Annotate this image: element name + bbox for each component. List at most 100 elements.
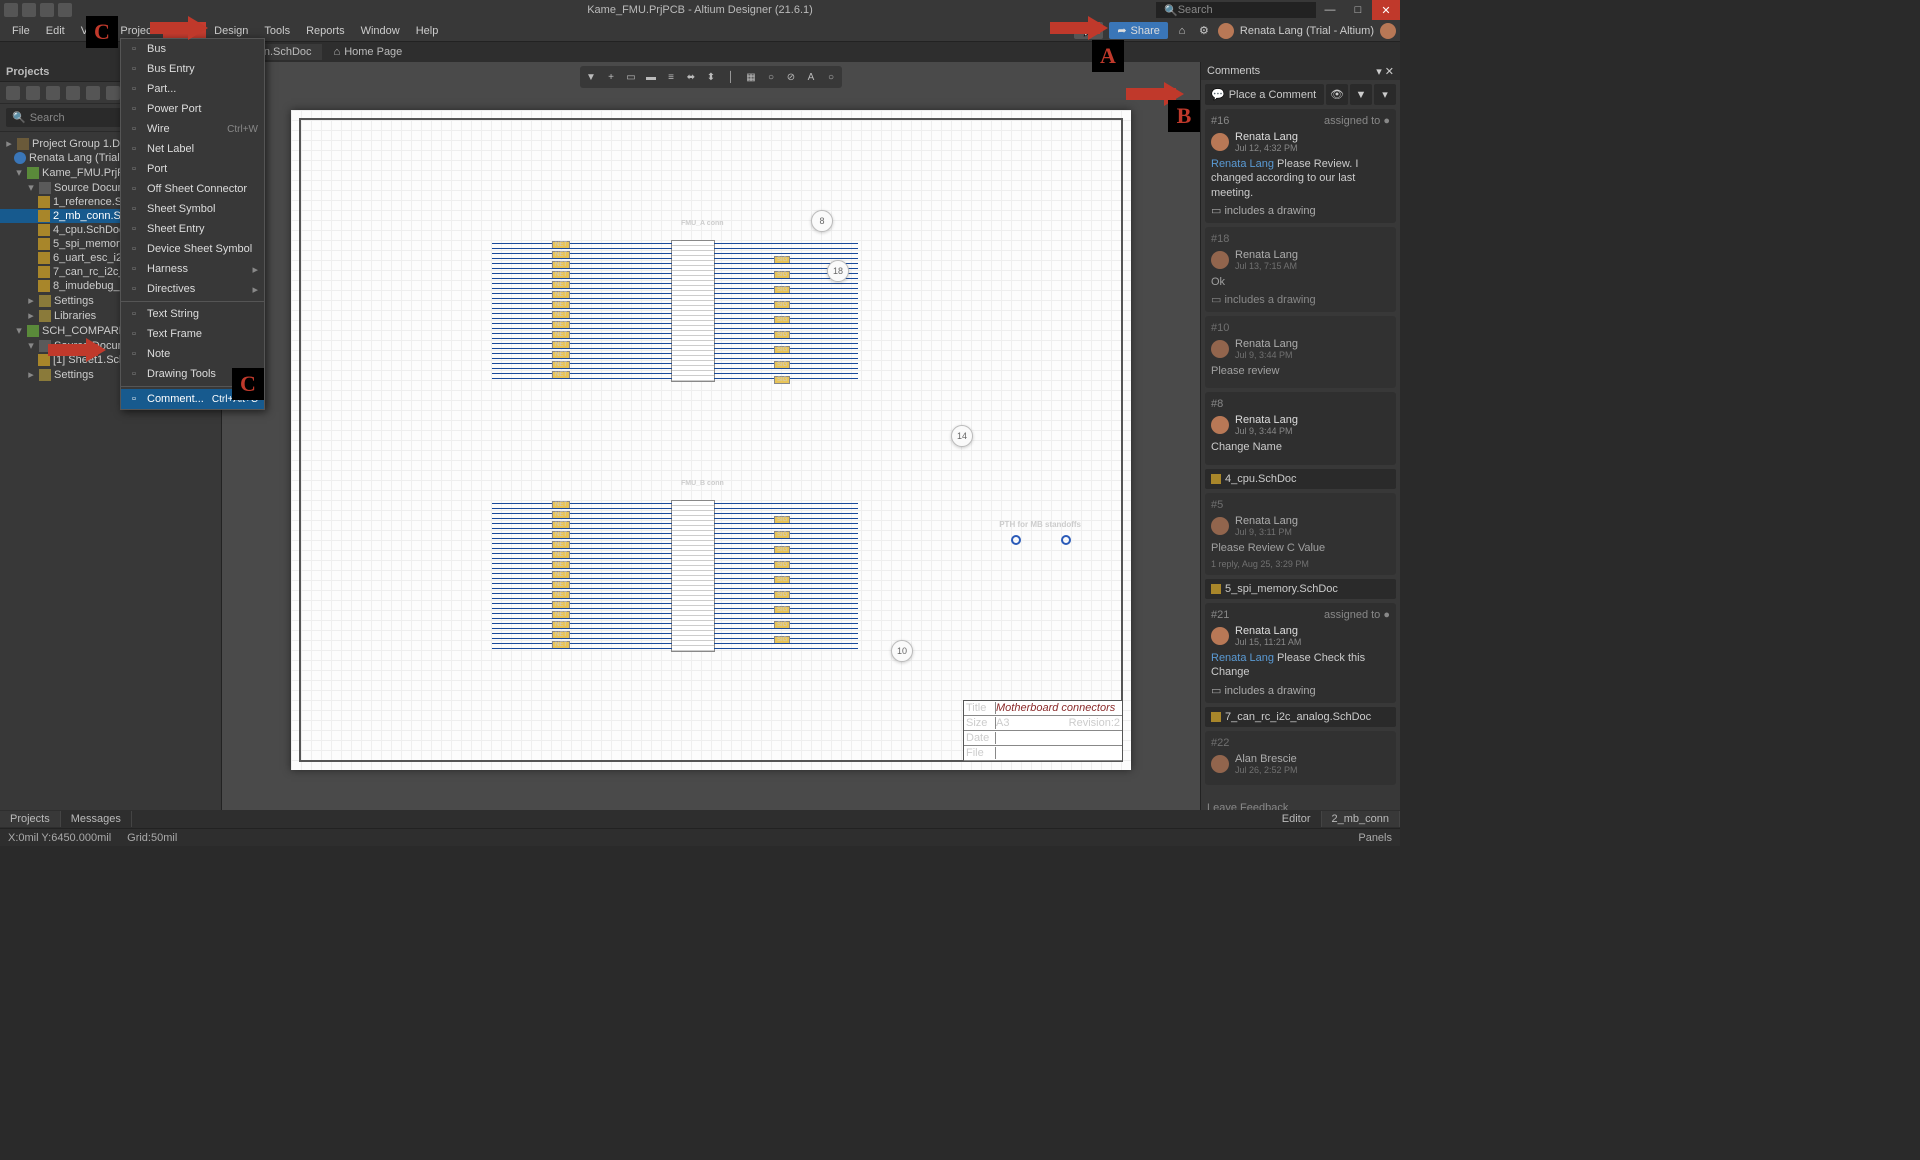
doc-icon-2[interactable] bbox=[58, 3, 72, 17]
menu-item-text-frame[interactable]: ▫Text Frame bbox=[121, 324, 264, 344]
comment-badge-8[interactable]: 8 bbox=[811, 210, 833, 232]
schematic-canvas[interactable]: ▼+ ▭▬ ≡⬌ ⬍│ ▦○ ⊘A ○ FMU_A conn NETNETNET… bbox=[222, 62, 1200, 818]
comment-section[interactable]: 4_cpu.SchDoc bbox=[1205, 469, 1396, 489]
tool-icon[interactable]: ▬ bbox=[642, 68, 660, 86]
toolbar-icon[interactable] bbox=[106, 86, 120, 100]
save-icon[interactable] bbox=[22, 3, 36, 17]
menu-item-text-string[interactable]: ▫Text String bbox=[121, 304, 264, 324]
user-avatar[interactable] bbox=[1218, 23, 1234, 39]
menu-item-bus[interactable]: ▫Bus bbox=[121, 39, 264, 59]
tool-icon[interactable]: ⬌ bbox=[682, 68, 700, 86]
tool-icon[interactable]: A bbox=[802, 68, 820, 86]
pth-symbol-1 bbox=[1061, 535, 1071, 545]
app-icon bbox=[4, 3, 18, 17]
comments-list[interactable]: #16assigned to ●Renata LangJul 12, 4:32 … bbox=[1201, 109, 1400, 798]
tool-icon[interactable]: ⊘ bbox=[782, 68, 800, 86]
toolbar-icon[interactable] bbox=[46, 86, 60, 100]
comment-card[interactable]: #22Alan BrescieJul 26, 2:52 PM bbox=[1205, 731, 1396, 785]
menu-help[interactable]: Help bbox=[408, 22, 447, 40]
menu-item-net-label[interactable]: ▫Net Label bbox=[121, 139, 264, 159]
comment-card[interactable]: #16assigned to ●Renata LangJul 12, 4:32 … bbox=[1205, 109, 1396, 223]
menu-item-power-port[interactable]: ▫Power Port bbox=[121, 99, 264, 119]
menu-item-off-sheet-connector[interactable]: ▫Off Sheet Connector bbox=[121, 179, 264, 199]
status-bar: X:0mil Y:6450.000mil Grid:50mil Panels bbox=[0, 828, 1400, 846]
menu-tools[interactable]: Tools bbox=[256, 22, 298, 40]
user-name[interactable]: Renata Lang (Trial - Altium) bbox=[1240, 25, 1374, 37]
minimize-button[interactable]: — bbox=[1316, 0, 1344, 20]
comment-badge-18[interactable]: 18 bbox=[827, 260, 849, 282]
comment-view-toggle[interactable]: 👁 bbox=[1326, 84, 1348, 105]
comment-section[interactable]: 7_can_rc_i2c_analog.SchDoc bbox=[1205, 707, 1396, 727]
menu-edit[interactable]: Edit bbox=[38, 22, 73, 40]
label-pth: PTH for MB standoffs bbox=[999, 520, 1081, 529]
close-button[interactable]: ✕ bbox=[1372, 0, 1400, 20]
menu-project[interactable]: Project bbox=[112, 22, 162, 40]
bottom-tab-projects[interactable]: Projects bbox=[0, 811, 61, 827]
comment-menu-button[interactable]: ▾ bbox=[1374, 84, 1396, 105]
menu-place[interactable]: Place bbox=[163, 22, 207, 40]
toolbar-icon[interactable] bbox=[86, 86, 100, 100]
comment-card[interactable]: #8Renata LangJul 9, 3:44 PMChange Name bbox=[1205, 392, 1396, 464]
doc-icon[interactable] bbox=[40, 3, 54, 17]
menu-reports[interactable]: Reports bbox=[298, 22, 353, 40]
window-title: Kame_FMU.PrjPCB - Altium Designer (21.6.… bbox=[587, 4, 813, 16]
tool-icon[interactable]: ▭ bbox=[622, 68, 640, 86]
menu-item-sheet-entry[interactable]: ▫Sheet Entry bbox=[121, 219, 264, 239]
editor-label: Editor bbox=[1272, 811, 1322, 827]
tab-home[interactable]: ⌂ Home Page bbox=[324, 44, 413, 60]
tool-icon[interactable]: ▼ bbox=[582, 68, 600, 86]
tool-icon[interactable]: ≡ bbox=[662, 68, 680, 86]
maximize-button[interactable]: □ bbox=[1344, 0, 1372, 20]
bottom-tabs: Projects Messages Editor 2_mb_conn bbox=[0, 810, 1400, 828]
settings-icon[interactable]: ⚙ bbox=[1196, 23, 1212, 39]
tool-icon[interactable]: │ bbox=[722, 68, 740, 86]
comment-card[interactable]: #21assigned to ●Renata LangJul 15, 11:21… bbox=[1205, 603, 1396, 703]
tool-icon[interactable]: ⬍ bbox=[702, 68, 720, 86]
bottom-tab-messages[interactable]: Messages bbox=[61, 811, 132, 827]
comments-toggle-button[interactable]: 💬 bbox=[1074, 22, 1104, 39]
tool-icon[interactable]: ○ bbox=[762, 68, 780, 86]
editor-doc[interactable]: 2_mb_conn bbox=[1322, 811, 1401, 827]
menu-item-harness[interactable]: ▫Harness▸ bbox=[121, 259, 264, 279]
comment-badge-14[interactable]: 14 bbox=[951, 425, 973, 447]
menu-item-part-[interactable]: ▫Part... bbox=[121, 79, 264, 99]
menu-item-bus-entry[interactable]: ▫Bus Entry bbox=[121, 59, 264, 79]
comment-card[interactable]: #5Renata LangJul 9, 3:11 PMPlease Review… bbox=[1205, 493, 1396, 575]
status-coordinates: X:0mil Y:6450.000mil bbox=[8, 832, 111, 844]
titlebar-quick-icons bbox=[4, 3, 72, 17]
comment-card[interactable]: #18Renata LangJul 13, 7:15 AMOk▭ include… bbox=[1205, 227, 1396, 312]
place-comment-button[interactable]: 💬 Place a Comment bbox=[1205, 84, 1324, 105]
comment-filter-button[interactable]: ▼ bbox=[1350, 84, 1372, 105]
tool-icon[interactable]: ▦ bbox=[742, 68, 760, 86]
home-icon[interactable]: ⌂ bbox=[1174, 23, 1190, 39]
annotation-letter-c2: C bbox=[232, 368, 264, 400]
menu-design[interactable]: Design bbox=[206, 22, 256, 40]
toolbar-icon[interactable] bbox=[6, 86, 20, 100]
comment-badge-10[interactable]: 10 bbox=[891, 640, 913, 662]
title-bar: Kame_FMU.PrjPCB - Altium Designer (21.6.… bbox=[0, 0, 1400, 20]
toolbar-icon[interactable] bbox=[26, 86, 40, 100]
connector-a: NETNETNETNETNETNETNETNETNETNETNETNETNETN… bbox=[671, 240, 715, 382]
annotation-letter-a: A bbox=[1092, 40, 1124, 72]
tool-icon[interactable]: ○ bbox=[822, 68, 840, 86]
user-avatar-2[interactable] bbox=[1380, 23, 1396, 39]
menu-file[interactable]: File bbox=[4, 22, 38, 40]
toolbar-icon[interactable] bbox=[66, 86, 80, 100]
menu-item-note[interactable]: ▫Note bbox=[121, 344, 264, 364]
menu-item-port[interactable]: ▫Port bbox=[121, 159, 264, 179]
annotation-letter-b: B bbox=[1168, 100, 1200, 132]
title-block: TitleMotherboard connectors SizeA3Revisi… bbox=[963, 700, 1123, 762]
menu-item-device-sheet-symbol[interactable]: ▫Device Sheet Symbol bbox=[121, 239, 264, 259]
share-button[interactable]: ➦ Share bbox=[1109, 22, 1168, 39]
comment-card[interactable]: #10Renata LangJul 9, 3:44 PMPlease revie… bbox=[1205, 316, 1396, 388]
menu-item-sheet-symbol[interactable]: ▫Sheet Symbol bbox=[121, 199, 264, 219]
menu-item-wire[interactable]: ▫WireCtrl+W bbox=[121, 119, 264, 139]
tool-icon[interactable]: + bbox=[602, 68, 620, 86]
menu-item-directives[interactable]: ▫Directives▸ bbox=[121, 279, 264, 299]
label-fmu-a: FMU_A conn bbox=[681, 220, 724, 227]
connector-b: NETNETNETNETNETNETNETNETNETNETNETNETNETN… bbox=[671, 500, 715, 652]
panels-button[interactable]: Panels bbox=[1358, 832, 1392, 844]
global-search[interactable]: 🔍 Search bbox=[1156, 2, 1316, 18]
comment-section[interactable]: 5_spi_memory.SchDoc bbox=[1205, 579, 1396, 599]
menu-window[interactable]: Window bbox=[353, 22, 408, 40]
